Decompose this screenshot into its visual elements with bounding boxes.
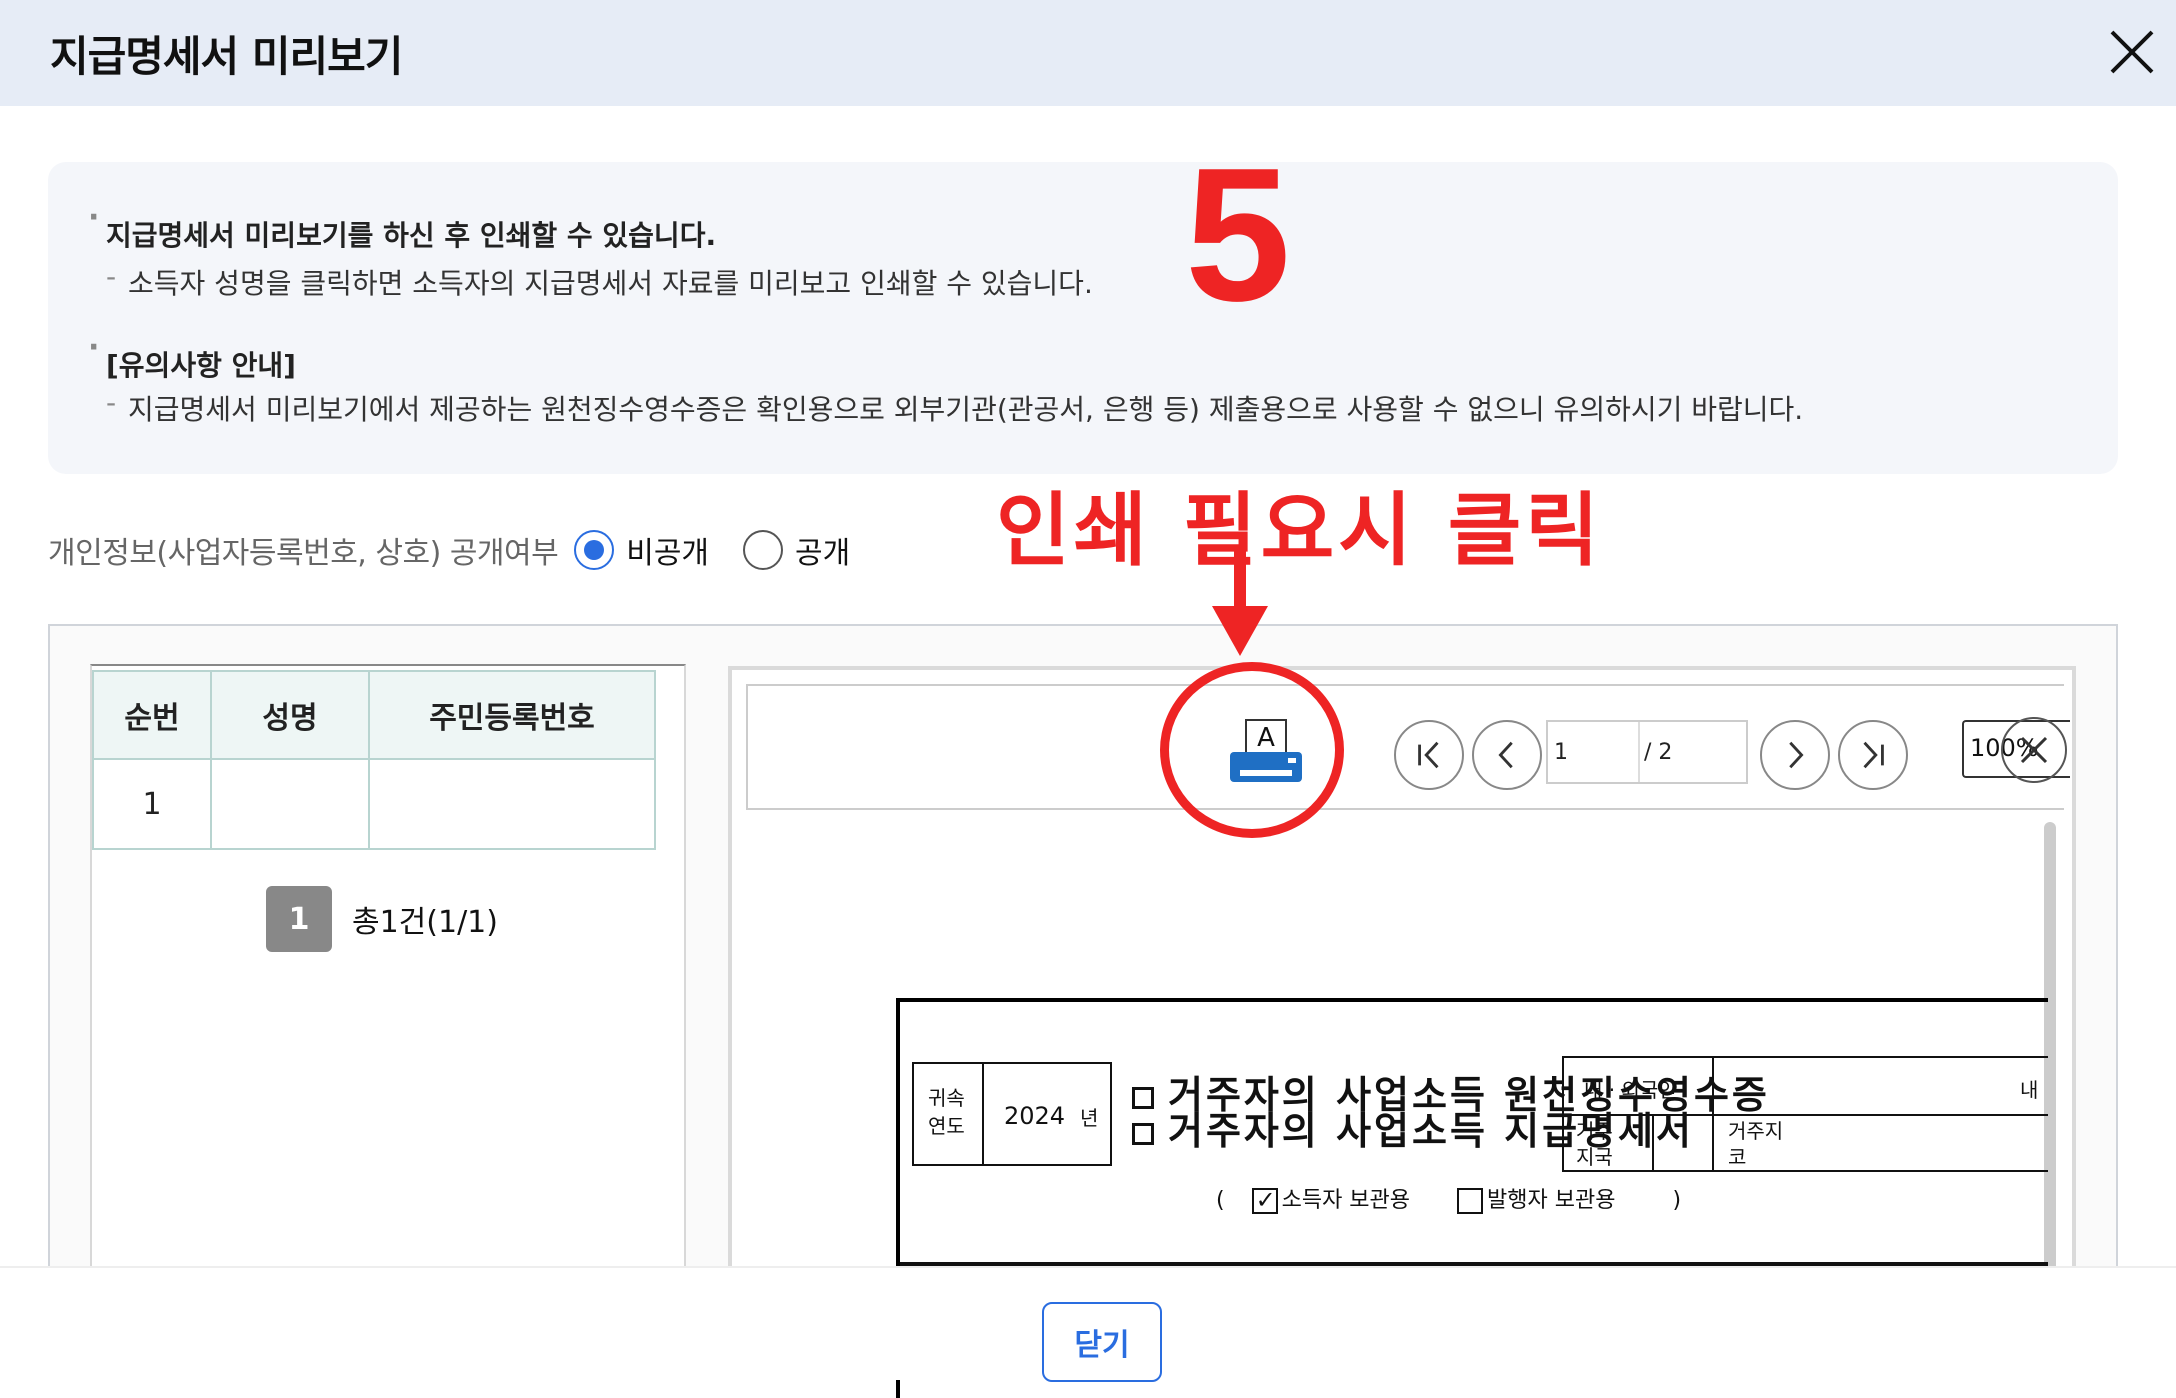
cell-name[interactable] xyxy=(210,758,370,850)
employee-list-panel: 순번 성명 주민등록번호 1 1 총1건(1/1) xyxy=(90,664,686,1344)
col-header-rrn: 주민등록번호 xyxy=(368,670,656,760)
dialog-header: 지급명세서 미리보기 xyxy=(0,0,2176,106)
privacy-label: 개인정보(사업자등록번호, 상호) 공개여부 xyxy=(48,536,559,571)
nationality-label: 내 · 외국인 xyxy=(1584,1078,1677,1102)
notice-bullet-1: 지급명세서 미리보기를 하신 후 인쇄할 수 있습니다. xyxy=(88,200,716,254)
next-page-icon[interactable] xyxy=(1760,720,1830,790)
info-divider xyxy=(1562,1114,2048,1116)
radio-private-label: 비공개 xyxy=(626,536,710,571)
copy-income: 소득자 보관용 xyxy=(1281,1188,1411,1213)
document-viewer: A 1 / 2 100% 귀속 연도 2024 년 거주자의 사업소득 원천징수… xyxy=(728,666,2076,1398)
radio-checked-icon[interactable] xyxy=(574,530,615,570)
residence-code-label: 거주지 코 xyxy=(1728,1119,1784,1169)
notice-box: 지급명세서 미리보기를 하신 후 인쇄할 수 있습니다. 소득자 성명을 클릭하… xyxy=(48,162,2118,474)
click-hint-annotation: 인쇄 필요시 클릭 xyxy=(996,484,1603,577)
year-value: 2024 xyxy=(1004,1102,1066,1130)
year-label: 귀속 연도 xyxy=(928,1086,965,1138)
employee-table: 순번 성명 주민등록번호 1 xyxy=(92,670,656,850)
radio-public[interactable]: 공개 xyxy=(743,528,850,572)
page-total: / 2 xyxy=(1644,740,1673,765)
prev-page-icon[interactable] xyxy=(1472,720,1542,790)
copy-issuer: 발행자 보관용 xyxy=(1487,1188,1616,1213)
step-number-annotation: 5 xyxy=(1185,129,1291,341)
checkbox-icon xyxy=(1457,1188,1484,1214)
info-divider-v xyxy=(1652,1114,1654,1172)
nationality-value: 내 xyxy=(2020,1078,2039,1102)
page-current-input[interactable]: 1 xyxy=(1554,740,1568,765)
radio-public-label: 공개 xyxy=(795,536,851,571)
cell-no: 1 xyxy=(92,758,212,850)
dialog-footer: 닫기 xyxy=(0,1266,2176,1382)
residence-label: 거주 지국 xyxy=(1576,1119,1613,1169)
col-header-no: 순번 xyxy=(92,670,212,760)
year-unit: 년 xyxy=(1080,1106,1099,1130)
dialog-title: 지급명세서 미리보기 xyxy=(50,31,403,81)
notice-bullet-2: [유의사항 안내] xyxy=(88,330,296,384)
close-button[interactable]: 닫기 xyxy=(1042,1302,1162,1382)
first-page-icon[interactable] xyxy=(1394,720,1464,790)
pagination: 1 총1건(1/1) xyxy=(266,886,498,952)
page-divider xyxy=(1638,722,1640,782)
close-icon[interactable] xyxy=(2102,22,2162,82)
cancel-icon[interactable] xyxy=(1998,714,2070,786)
notice-sub-2: 지급명세서 미리보기에서 제공하는 원천징수영수증은 확인용으로 외부기관(관공… xyxy=(106,386,1803,428)
notice-sub-1: 소득자 성명을 클릭하면 소득자의 지급명세서 자료를 미리보고 인쇄할 수 있… xyxy=(106,260,1093,302)
total-count: 총1건(1/1) xyxy=(352,905,498,940)
arrow-down-icon xyxy=(1212,546,1268,656)
last-page-icon[interactable] xyxy=(1838,720,1908,790)
privacy-setting: 개인정보(사업자등록번호, 상호) 공개여부 비공개 공개 xyxy=(48,522,850,578)
radio-private[interactable]: 비공개 xyxy=(574,528,709,572)
copy-type-line: ( 소득자 보관용 발행자 보관용 ) xyxy=(1216,1182,1681,1214)
col-header-name: 성명 xyxy=(210,670,370,760)
checkbox-icon xyxy=(1132,1122,1154,1145)
table-row[interactable]: 1 xyxy=(92,758,656,850)
page-number-box[interactable]: 1 / 2 xyxy=(1546,720,1748,784)
page-button-1[interactable]: 1 xyxy=(266,886,332,952)
checkbox-checked-icon xyxy=(1251,1186,1278,1214)
radio-unchecked-icon[interactable] xyxy=(743,530,784,570)
copy-close: ) xyxy=(1672,1188,1682,1213)
highlight-circle xyxy=(1160,662,1344,838)
cell-rrn xyxy=(368,758,656,850)
viewer-toolbar: A 1 / 2 100% xyxy=(746,684,2070,810)
copy-open: ( xyxy=(1216,1188,1225,1213)
